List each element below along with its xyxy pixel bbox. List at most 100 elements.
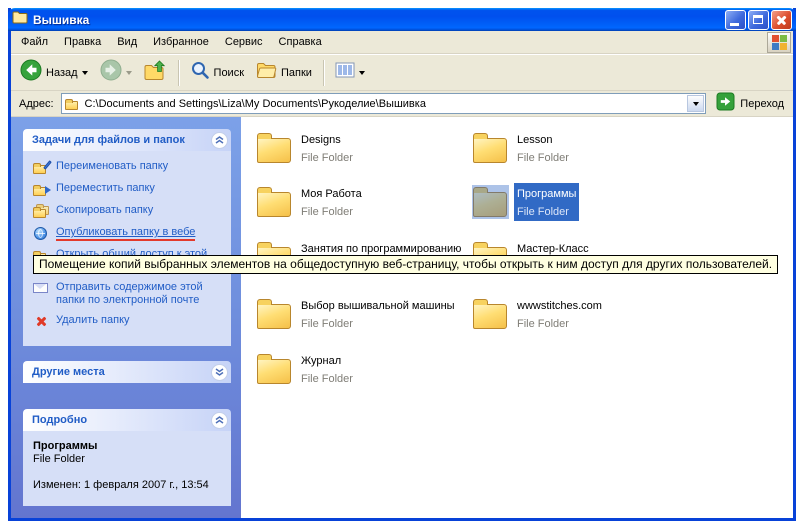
details-title: Подробно — [32, 414, 87, 426]
folder-type: File Folder — [301, 373, 353, 385]
details-item-type: File Folder — [33, 453, 225, 465]
file-tasks-body: Переименовать папку Переместить папку Ск… — [23, 151, 231, 346]
folder-name: Lesson — [517, 134, 552, 146]
toolbar-separator — [178, 60, 179, 86]
other-places-header[interactable]: Другие места — [23, 361, 231, 383]
window-title: Вышивка — [33, 13, 89, 27]
minimize-button[interactable] — [725, 10, 746, 30]
windows-logo-icon — [767, 32, 791, 53]
folder-name: Журнал — [301, 355, 341, 367]
folder-name: Выбор вышивальной машины — [301, 300, 455, 312]
task-pane: Задачи для файлов и папок Переименовать … — [11, 117, 241, 518]
folder-icon — [257, 359, 291, 384]
folder-type: File Folder — [301, 152, 353, 164]
folder-name: Программы — [517, 188, 576, 200]
other-places-title: Другие места — [32, 366, 105, 378]
menu-file[interactable]: Файл — [13, 33, 56, 51]
file-list: Designs File Folder Lesson File Folder Моя… — [241, 117, 793, 518]
folder-name: Мастер-Класс — [517, 243, 589, 255]
folder-name: wwwstitches.com — [517, 300, 602, 312]
folder-tile[interactable]: Моя Работа File Folder — [257, 183, 365, 221]
back-button[interactable]: Назад — [15, 56, 93, 89]
menu-help[interactable]: Справка — [271, 33, 330, 51]
menu-edit[interactable]: Правка — [56, 33, 109, 51]
views-button[interactable] — [330, 58, 370, 87]
folders-button[interactable]: Папки — [251, 58, 317, 87]
maximize-icon — [753, 15, 763, 24]
maximize-button[interactable] — [748, 10, 769, 30]
folder-icon — [473, 304, 507, 329]
folder-tile[interactable]: Designs File Folder — [257, 129, 356, 167]
file-tasks-title: Задачи для файлов и папок — [32, 134, 185, 146]
close-button[interactable] — [771, 10, 792, 30]
folder-up-icon — [144, 60, 167, 86]
task-copy-folder[interactable]: Скопировать папку — [33, 204, 225, 219]
address-dropdown-button[interactable] — [687, 95, 704, 112]
email-folder-icon — [33, 281, 50, 296]
forward-icon — [100, 59, 122, 86]
search-icon — [190, 60, 210, 85]
close-icon — [772, 11, 791, 29]
window-body: Задачи для файлов и папок Переименовать … — [11, 117, 793, 518]
folder-tile[interactable]: Выбор вышивальной машины File Folder — [257, 295, 458, 333]
section-file-tasks: Задачи для файлов и папок Переименовать … — [23, 129, 231, 346]
go-label: Переход — [740, 98, 784, 110]
views-dropdown-icon — [359, 71, 365, 75]
details-item-modified: Изменен: 1 февраля 2007 г., 13:54 — [33, 479, 225, 491]
folder-icon — [257, 192, 291, 217]
details-header[interactable]: Подробно — [23, 409, 231, 431]
go-icon — [716, 92, 735, 116]
window-folder-icon — [12, 10, 28, 29]
chevron-up-icon[interactable] — [211, 412, 228, 429]
move-folder-icon — [33, 182, 50, 197]
folder-type: File Folder — [517, 318, 569, 330]
folder-name: Моя Работа — [301, 188, 362, 200]
chevron-up-icon[interactable] — [211, 132, 228, 149]
address-combo[interactable]: C:\Documents and Settings\Liza\My Docume… — [61, 93, 707, 114]
folder-icon — [257, 138, 291, 163]
task-move-folder[interactable]: Переместить папку — [33, 182, 225, 197]
go-button[interactable]: Переход — [713, 92, 787, 116]
folder-type: File Folder — [517, 152, 569, 164]
folder-type: File Folder — [301, 318, 353, 330]
chevron-down-icon[interactable] — [211, 364, 228, 381]
folder-type: File Folder — [301, 206, 353, 218]
details-item-name: Программы — [33, 440, 225, 452]
up-button[interactable] — [139, 57, 172, 89]
address-folder-icon — [65, 96, 80, 111]
folder-tile[interactable]: wwwstitches.com File Folder — [473, 295, 605, 333]
toolbar: Назад Поиск Папки — [11, 54, 793, 91]
task-email-folder[interactable]: Отправить содержимое этой папки по элект… — [33, 281, 225, 307]
file-tasks-header[interactable]: Задачи для файлов и папок — [23, 129, 231, 151]
search-button[interactable]: Поиск — [185, 57, 249, 88]
folder-name: Занятия по программированию — [301, 243, 461, 255]
search-label: Поиск — [214, 67, 244, 79]
folder-type: File Folder — [517, 206, 569, 218]
menu-favorites[interactable]: Избранное — [145, 33, 217, 51]
task-delete-folder[interactable]: Удалить папку — [33, 314, 225, 329]
address-value: C:\Documents and Settings\Liza\My Docume… — [85, 98, 683, 110]
details-body: Программы File Folder Изменен: 1 февраля… — [23, 431, 231, 506]
titlebar: Вышивка — [8, 8, 796, 31]
menu-view[interactable]: Вид — [109, 33, 145, 51]
address-label: Адрес: — [19, 98, 54, 110]
delete-folder-icon — [33, 314, 50, 329]
back-label: Назад — [46, 67, 78, 79]
address-bar: Адрес: C:\Documents and Settings\Liza\My… — [11, 91, 793, 117]
task-rename-folder[interactable]: Переименовать папку — [33, 160, 225, 175]
publish-web-icon — [33, 226, 50, 241]
folder-icon — [473, 138, 507, 163]
rename-folder-icon — [33, 160, 50, 175]
forward-dropdown-icon — [126, 71, 132, 75]
folder-tile-selected[interactable]: Программы File Folder — [473, 183, 579, 221]
folder-tile[interactable]: Журнал File Folder — [257, 350, 356, 388]
forward-button[interactable] — [95, 56, 137, 89]
back-icon — [20, 59, 42, 86]
tooltip: Помещение копий выбранных элементов на о… — [33, 255, 778, 274]
folder-name: Designs — [301, 134, 341, 146]
back-dropdown-icon — [82, 71, 88, 75]
views-icon — [335, 61, 355, 84]
task-publish-folder-web[interactable]: Опубликовать папку в вебе — [33, 226, 225, 241]
folder-tile[interactable]: Lesson File Folder — [473, 129, 572, 167]
menu-tools[interactable]: Сервис — [217, 33, 271, 51]
